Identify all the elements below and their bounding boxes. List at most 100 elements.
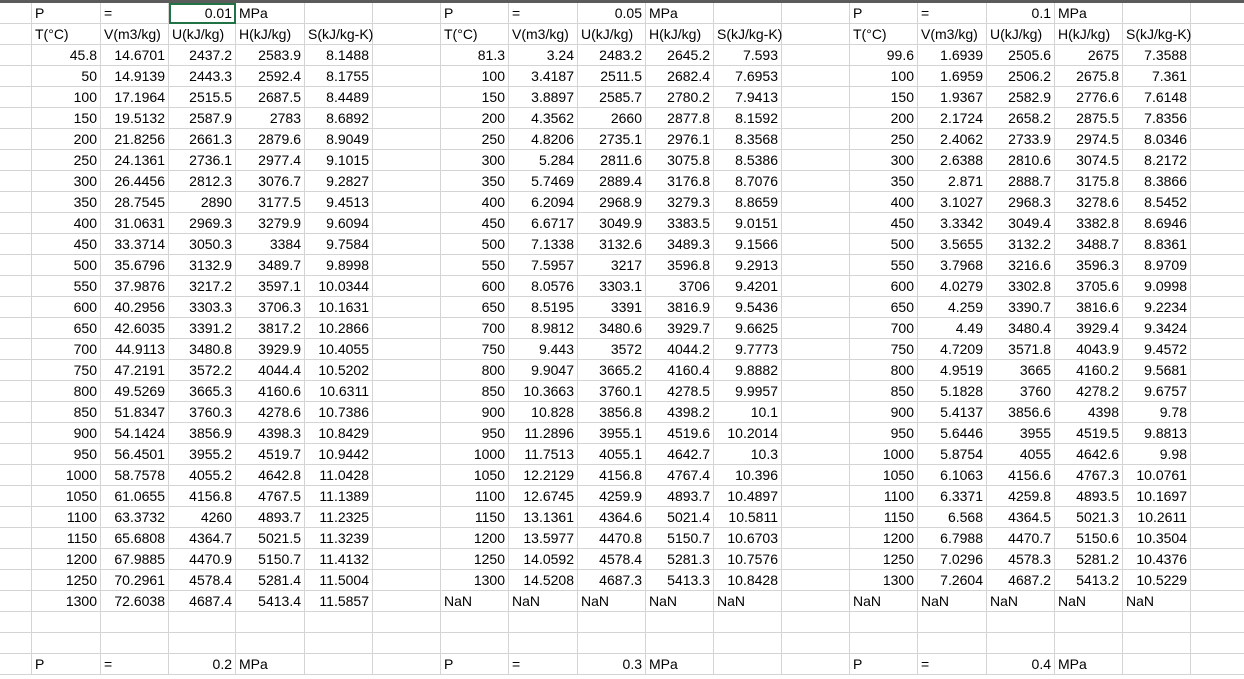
table-cell[interactable]: 2776.6: [1055, 87, 1123, 108]
table-cell[interactable]: 900: [850, 402, 918, 423]
empty-cell[interactable]: [1191, 108, 1244, 129]
table-cell[interactable]: 3.7968: [918, 255, 987, 276]
table-cell[interactable]: 2645.2: [646, 45, 714, 66]
table-cell[interactable]: 2587.9: [169, 108, 236, 129]
table-cell[interactable]: 9.2827: [305, 171, 373, 192]
pressure-value[interactable]: 0.01: [169, 3, 236, 24]
table-cell[interactable]: 350: [32, 192, 101, 213]
table-cell[interactable]: 5.1828: [918, 381, 987, 402]
table-cell[interactable]: 4259.9: [578, 486, 646, 507]
table-cell[interactable]: 7.2604: [918, 570, 987, 591]
pressure-unit[interactable]: MPa: [646, 3, 714, 24]
empty-cell[interactable]: [1191, 444, 1244, 465]
table-cell[interactable]: 2810.6: [987, 150, 1055, 171]
empty-cell[interactable]: [0, 549, 32, 570]
table-cell[interactable]: 2780.2: [646, 87, 714, 108]
table-cell[interactable]: 14.9139: [101, 66, 169, 87]
column-header[interactable]: S(kJ/kg-K): [714, 24, 782, 45]
table-cell[interactable]: 2.4062: [918, 129, 987, 150]
empty-cell[interactable]: [305, 633, 373, 654]
table-cell[interactable]: 4519.6: [646, 423, 714, 444]
table-cell[interactable]: 8.1755: [305, 66, 373, 87]
table-cell[interactable]: 9.9957: [714, 381, 782, 402]
table-cell[interactable]: 200: [850, 108, 918, 129]
empty-cell[interactable]: [918, 633, 987, 654]
empty-cell[interactable]: [0, 507, 32, 528]
table-cell[interactable]: 2.6388: [918, 150, 987, 171]
empty-cell[interactable]: [0, 444, 32, 465]
table-cell[interactable]: 10.5202: [305, 360, 373, 381]
table-cell[interactable]: 3075.8: [646, 150, 714, 171]
empty-cell[interactable]: [1191, 192, 1244, 213]
empty-cell[interactable]: [782, 276, 850, 297]
table-cell[interactable]: 9.6757: [1123, 381, 1191, 402]
empty-cell[interactable]: [1055, 612, 1123, 633]
column-header[interactable]: U(kJ/kg): [987, 24, 1055, 45]
empty-cell[interactable]: [0, 486, 32, 507]
table-cell[interactable]: 3384: [236, 234, 305, 255]
table-cell[interactable]: 650: [32, 318, 101, 339]
empty-cell[interactable]: [509, 633, 578, 654]
empty-cell[interactable]: [305, 3, 373, 24]
empty-cell[interactable]: [714, 654, 782, 675]
column-header[interactable]: S(kJ/kg-K): [305, 24, 373, 45]
table-cell[interactable]: 11.1389: [305, 486, 373, 507]
empty-cell[interactable]: [373, 171, 441, 192]
table-cell[interactable]: 3.5655: [918, 234, 987, 255]
empty-cell[interactable]: [1191, 612, 1244, 633]
empty-cell[interactable]: [1191, 423, 1244, 444]
table-cell[interactable]: 10.2866: [305, 318, 373, 339]
empty-cell[interactable]: [1191, 171, 1244, 192]
table-cell[interactable]: 9.2913: [714, 255, 782, 276]
table-cell[interactable]: 4893.5: [1055, 486, 1123, 507]
table-cell[interactable]: 9.5436: [714, 297, 782, 318]
table-cell[interactable]: 9.2234: [1123, 297, 1191, 318]
table-cell[interactable]: 700: [32, 339, 101, 360]
empty-cell[interactable]: [782, 507, 850, 528]
empty-cell[interactable]: [0, 255, 32, 276]
table-cell[interactable]: 3705.6: [1055, 276, 1123, 297]
empty-cell[interactable]: [373, 24, 441, 45]
empty-cell[interactable]: [101, 633, 169, 654]
table-cell[interactable]: 3050.3: [169, 234, 236, 255]
table-cell[interactable]: 200: [441, 108, 509, 129]
table-cell[interactable]: 10.5229: [1123, 570, 1191, 591]
table-cell[interactable]: 4055: [987, 444, 1055, 465]
table-cell[interactable]: 950: [32, 444, 101, 465]
empty-cell[interactable]: [782, 234, 850, 255]
table-cell[interactable]: 8.3866: [1123, 171, 1191, 192]
empty-cell[interactable]: [1191, 45, 1244, 66]
empty-cell[interactable]: [782, 654, 850, 675]
table-cell[interactable]: 8.8361: [1123, 234, 1191, 255]
table-cell[interactable]: 10.7576: [714, 549, 782, 570]
empty-cell[interactable]: [0, 381, 32, 402]
table-cell[interactable]: 10.1: [714, 402, 782, 423]
empty-cell[interactable]: [0, 528, 32, 549]
pressure-label[interactable]: P: [441, 654, 509, 675]
table-cell[interactable]: 400: [850, 192, 918, 213]
table-cell[interactable]: 12.2129: [509, 465, 578, 486]
table-cell[interactable]: 24.1361: [101, 150, 169, 171]
table-cell[interactable]: 4578.4: [169, 570, 236, 591]
table-cell[interactable]: 8.6892: [305, 108, 373, 129]
table-cell[interactable]: 9.1566: [714, 234, 782, 255]
table-cell[interactable]: 650: [441, 297, 509, 318]
empty-cell[interactable]: [1123, 3, 1191, 24]
table-cell[interactable]: 9.5681: [1123, 360, 1191, 381]
table-cell[interactable]: 4398.3: [236, 423, 305, 444]
table-cell[interactable]: 3760.1: [578, 381, 646, 402]
table-cell[interactable]: 2.871: [918, 171, 987, 192]
table-cell[interactable]: 300: [441, 150, 509, 171]
table-cell[interactable]: 8.7076: [714, 171, 782, 192]
table-cell[interactable]: 8.9049: [305, 129, 373, 150]
empty-cell[interactable]: [0, 360, 32, 381]
table-cell[interactable]: 9.0998: [1123, 276, 1191, 297]
table-cell[interactable]: 8.2172: [1123, 150, 1191, 171]
empty-cell[interactable]: [236, 633, 305, 654]
table-cell[interactable]: 8.5195: [509, 297, 578, 318]
table-cell[interactable]: 250: [441, 129, 509, 150]
table-cell[interactable]: 4642.8: [236, 465, 305, 486]
table-cell[interactable]: 26.4456: [101, 171, 169, 192]
table-cell[interactable]: 5.8754: [918, 444, 987, 465]
table-cell[interactable]: 4260: [169, 507, 236, 528]
